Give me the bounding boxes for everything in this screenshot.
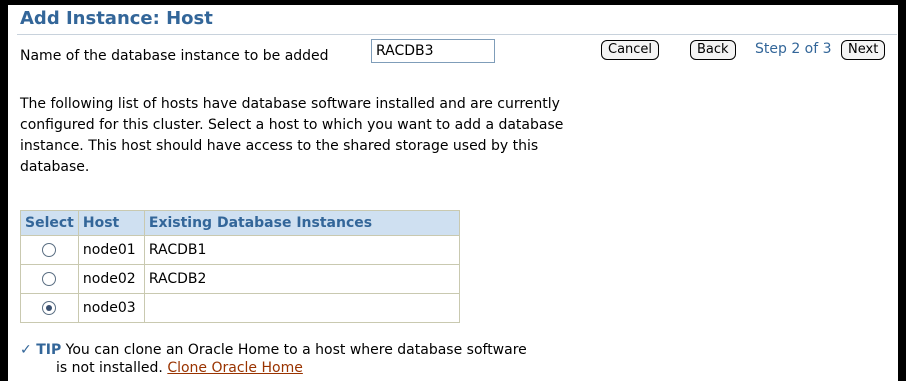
checkmark-icon: ✓ <box>20 342 32 358</box>
instances-cell <box>143 293 460 323</box>
column-header-select: Select <box>20 210 79 236</box>
column-header-instances: Existing Database Instances <box>143 210 460 236</box>
host-radio-node03[interactable] <box>42 301 57 315</box>
host-cell: node02 <box>77 264 145 294</box>
instance-name-label: Name of the database instance to be adde… <box>20 48 329 64</box>
table-header-row: Select Host Existing Database Instances <box>20 210 460 236</box>
host-radio-node01[interactable] <box>42 243 57 257</box>
host-cell: node01 <box>77 235 145 265</box>
column-header-host: Host <box>77 210 145 236</box>
instances-cell: RACDB2 <box>143 264 460 294</box>
clone-oracle-home-link[interactable]: Clone Oracle Home <box>167 360 303 376</box>
table-row: node03 <box>20 293 460 323</box>
step-indicator: Step 2 of 3 <box>755 41 832 57</box>
page-title: Add Instance: Host <box>20 8 213 29</box>
tip-line-2: is not installed. Clone Oracle Home <box>56 360 303 376</box>
instance-name-input[interactable] <box>371 39 495 63</box>
instances-cell: RACDB1 <box>143 235 460 265</box>
select-cell <box>20 235 79 265</box>
table-row: node01 RACDB1 <box>20 235 460 265</box>
tip-line-1: ✓ TIP You can clone an Oracle Home to a … <box>20 340 527 360</box>
select-cell <box>20 264 79 294</box>
tip-text: You can clone an Oracle Home to a host w… <box>65 342 527 358</box>
window-right-border <box>898 0 906 381</box>
tip-text-continued: is not installed. <box>56 360 163 376</box>
hosts-table: Select Host Existing Database Instances … <box>20 210 460 323</box>
window-left-border <box>0 0 8 381</box>
host-cell: node03 <box>77 293 145 323</box>
select-cell <box>20 293 79 323</box>
back-button[interactable]: Back <box>690 40 736 60</box>
window-top-border <box>0 0 906 5</box>
next-button[interactable]: Next <box>841 40 886 60</box>
host-radio-node02[interactable] <box>42 272 57 286</box>
title-divider <box>17 34 897 35</box>
tip-label: TIP <box>36 342 62 358</box>
table-row: node02 RACDB2 <box>20 264 460 294</box>
description-text: The following list of hosts have databas… <box>20 96 564 175</box>
cancel-button[interactable]: Cancel <box>601 40 660 60</box>
